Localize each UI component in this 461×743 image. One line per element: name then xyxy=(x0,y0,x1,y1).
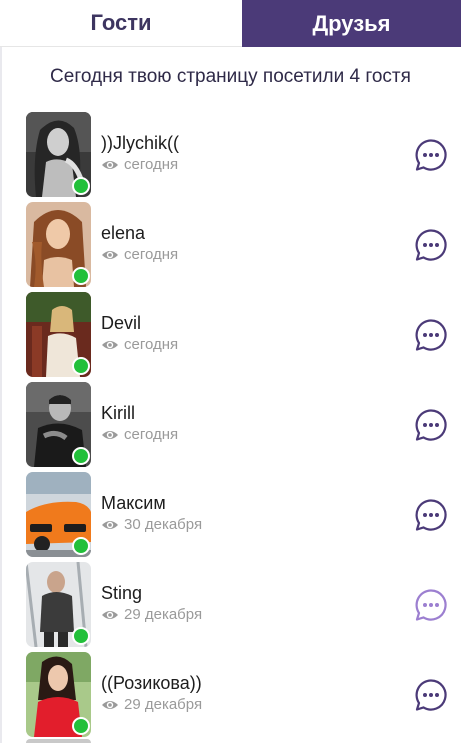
visit-time: сегодня xyxy=(101,156,178,173)
eye-icon xyxy=(101,699,119,711)
tab-friends[interactable]: Друзья xyxy=(242,0,461,47)
chat-button[interactable] xyxy=(414,138,448,172)
chat-bubble-icon xyxy=(414,318,448,352)
online-indicator xyxy=(72,717,90,735)
visit-time: сегодня xyxy=(101,336,178,353)
online-indicator xyxy=(72,537,90,555)
chat-bubble-icon xyxy=(414,408,448,442)
visitor-list: ))Jlychik(( сегодня elena сегодня Devil … xyxy=(0,111,461,741)
visit-time: 30 декабря xyxy=(101,516,202,533)
visit-time: сегодня xyxy=(101,246,178,263)
visit-time-label: 29 декабря xyxy=(124,696,203,713)
visitor-name[interactable]: Kirill xyxy=(101,403,135,424)
tab-guests[interactable]: Гости xyxy=(0,0,242,47)
chat-button[interactable] xyxy=(414,678,448,712)
chat-bubble-icon xyxy=(414,138,448,172)
eye-icon xyxy=(101,609,119,621)
online-indicator xyxy=(72,177,90,195)
visitor-row[interactable]: Devil сегодня xyxy=(0,291,461,381)
visitor-name[interactable]: ))Jlychik(( xyxy=(101,133,179,154)
tab-bar: Гости Друзья xyxy=(0,0,461,47)
visit-time: 29 декабря xyxy=(101,696,202,713)
chat-button[interactable] xyxy=(414,408,448,442)
chat-bubble-icon xyxy=(414,228,448,262)
visit-time-label: сегодня xyxy=(124,426,179,443)
visitor-name[interactable]: Sting xyxy=(101,583,142,604)
visit-time: 29 декабря xyxy=(101,606,202,623)
visit-time-label: сегодня xyxy=(124,246,179,263)
eye-icon xyxy=(101,249,119,261)
visitor-name[interactable]: Максим xyxy=(101,493,166,514)
chat-button[interactable] xyxy=(414,318,448,352)
visitor-row[interactable]: elena сегодня xyxy=(0,201,461,291)
visit-time-label: сегодня xyxy=(124,156,179,173)
visit-time: сегодня xyxy=(101,426,178,443)
online-indicator xyxy=(72,627,90,645)
visitor-row[interactable]: Sting 29 декабря xyxy=(0,561,461,651)
visit-time-label: 30 декабря xyxy=(124,516,203,533)
visitor-name[interactable]: ((Розикова)) xyxy=(101,673,202,694)
eye-icon xyxy=(101,519,119,531)
visitor-row[interactable]: ((Розикова)) 29 декабря xyxy=(0,651,461,741)
chat-button[interactable] xyxy=(414,228,448,262)
visitor-name[interactable]: Devil xyxy=(101,313,141,334)
chat-bubble-icon xyxy=(414,588,448,622)
online-indicator xyxy=(72,447,90,465)
online-indicator xyxy=(72,357,90,375)
visitors-summary: Сегодня твою страницу посетили 4 гостя xyxy=(50,66,411,87)
chat-bubble-icon xyxy=(414,498,448,532)
chat-button[interactable] xyxy=(414,588,448,622)
chat-button[interactable] xyxy=(414,498,448,532)
chat-bubble-icon xyxy=(414,678,448,712)
eye-icon xyxy=(101,339,119,351)
eye-icon xyxy=(101,159,119,171)
visit-time-label: 29 декабря xyxy=(124,606,203,623)
visitor-name[interactable]: elena xyxy=(101,223,145,244)
visitor-row[interactable]: ))Jlychik(( сегодня xyxy=(0,111,461,201)
eye-icon xyxy=(101,429,119,441)
visitor-row[interactable]: Kirill сегодня xyxy=(0,381,461,471)
next-avatar-edge xyxy=(26,739,91,743)
online-indicator xyxy=(72,267,90,285)
visit-time-label: сегодня xyxy=(124,336,179,353)
visitor-row[interactable]: Максим 30 декабря xyxy=(0,471,461,561)
